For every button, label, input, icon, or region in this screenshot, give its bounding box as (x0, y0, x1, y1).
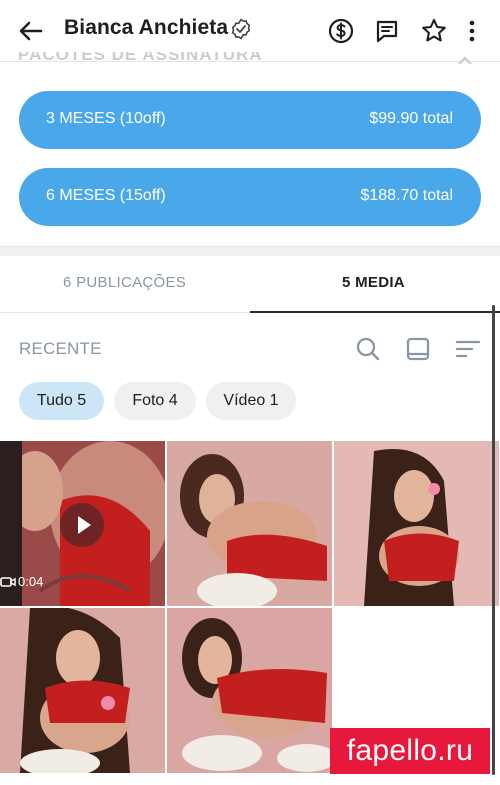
chip-all[interactable]: Tudo 5 (19, 382, 104, 420)
chip-video[interactable]: Vídeo 1 (206, 382, 296, 420)
photo-thumbnail-image (0, 608, 165, 773)
message-icon[interactable] (372, 16, 402, 46)
dollar-circle-icon[interactable] (326, 16, 356, 46)
subscription-section-label: PACOTES DE ASSINATURA (18, 52, 263, 64)
chevron-up-icon[interactable] (456, 52, 474, 64)
media-thumbnail-photo-3[interactable] (0, 608, 165, 773)
plan-label: 6 MESES (15off) (46, 187, 166, 204)
plan-6-months-button[interactable]: 6 MESES (15off) $188.70 total (19, 168, 481, 226)
layout-icon[interactable] (404, 335, 432, 363)
media-thumbnail-photo-4[interactable] (167, 608, 332, 773)
back-arrow-icon[interactable] (14, 14, 48, 48)
star-icon[interactable] (419, 16, 449, 46)
watermark: fapello.ru (330, 728, 490, 774)
media-thumbnail-video[interactable]: 0:04 (0, 441, 165, 606)
sort-label[interactable]: RECENTE (19, 339, 102, 359)
section-divider (0, 246, 500, 256)
media-thumbnail-photo-2[interactable] (334, 441, 499, 606)
video-duration: 0:04 (18, 574, 44, 589)
plan-label: 3 MESES (10off) (46, 110, 166, 127)
scrollbar[interactable] (492, 305, 495, 775)
verified-badge-icon (231, 18, 251, 40)
play-icon (78, 516, 91, 534)
photo-thumbnail-image (167, 441, 332, 606)
plan-price: $188.70 total (360, 187, 453, 204)
active-tab-indicator (250, 311, 500, 313)
media-thumbnail-photo-1[interactable] (167, 441, 332, 606)
plan-3-months-button[interactable]: 3 MESES (10off) $99.90 total (19, 91, 481, 149)
tab-media[interactable]: 5 MEDIA (342, 274, 405, 291)
more-vertical-icon[interactable] (457, 16, 487, 46)
photo-thumbnail-image (334, 441, 499, 606)
profile-name: Bianca Anchieta (64, 16, 229, 39)
play-button[interactable] (60, 503, 104, 547)
chip-photo[interactable]: Foto 4 (114, 382, 196, 420)
video-camera-icon (0, 577, 16, 587)
tab-publicacoes[interactable]: 6 PUBLICAÇÕES (63, 274, 186, 291)
plan-price: $99.90 total (369, 110, 453, 127)
search-icon[interactable] (354, 335, 382, 363)
photo-thumbnail-image (167, 608, 332, 773)
sort-icon[interactable] (454, 335, 482, 363)
